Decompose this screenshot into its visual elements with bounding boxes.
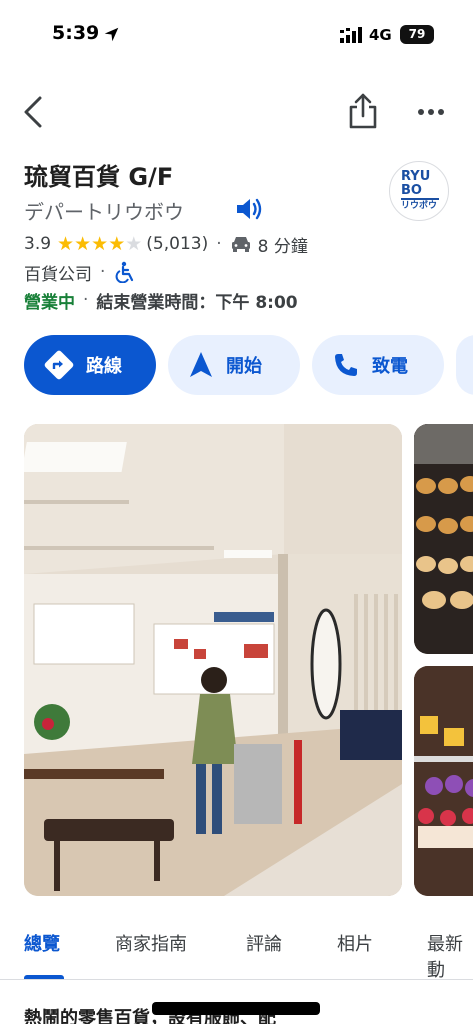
logo-text-line2: BO bbox=[401, 183, 422, 198]
logo-divider bbox=[401, 198, 439, 200]
back-arrow-icon[interactable] bbox=[20, 94, 46, 130]
more-actions-chip[interactable] bbox=[456, 335, 473, 395]
dessert-image bbox=[414, 666, 473, 896]
battery-indicator: 79 bbox=[400, 25, 434, 44]
category-row: 百貨公司 · bbox=[24, 259, 135, 285]
review-count: (5,013) bbox=[146, 234, 209, 254]
bakery-image bbox=[414, 424, 473, 654]
logo-text-line1: RYU bbox=[401, 169, 431, 184]
navigation-arrow-icon bbox=[190, 352, 212, 377]
redaction-bar bbox=[152, 1002, 320, 1015]
rating-row[interactable]: 3.9 ★ ★ ★ ★ ★ (5,013) · 8 分鐘 bbox=[24, 231, 308, 257]
tab-photos[interactable]: 相片 bbox=[337, 930, 373, 956]
star-icon: ★ bbox=[91, 232, 109, 255]
start-navigation-button[interactable]: 開始 bbox=[168, 335, 300, 395]
speaker-icon[interactable] bbox=[234, 195, 264, 223]
place-title: 琉貿百貨 G/F bbox=[24, 163, 174, 191]
store-interior-image bbox=[24, 424, 402, 896]
drive-time: 8 分鐘 bbox=[257, 236, 308, 257]
store-photo-main[interactable] bbox=[24, 424, 402, 896]
rating-value: 3.9 bbox=[24, 234, 52, 254]
star-icon: ★ bbox=[74, 232, 92, 255]
rating-stars: ★ ★ ★ ★ ★ bbox=[57, 232, 143, 255]
star-icon: ★ bbox=[57, 232, 75, 255]
tab-bar: 總覽 商家指南 評論 相片 最新動 bbox=[0, 920, 473, 982]
open-status: 營業中 bbox=[24, 292, 75, 313]
separator-dot: · bbox=[83, 290, 89, 310]
directions-label: 路線 bbox=[86, 356, 122, 377]
separator-dot: · bbox=[100, 262, 106, 282]
status-time: 5:39 bbox=[52, 22, 100, 44]
location-arrow-icon bbox=[104, 27, 119, 42]
star-icon: ★ bbox=[108, 232, 126, 255]
bakery-photo[interactable] bbox=[414, 424, 473, 654]
share-icon[interactable] bbox=[347, 92, 379, 130]
tab-reviews[interactable]: 評論 bbox=[246, 930, 282, 956]
status-bar: 5:39 4G 79 bbox=[0, 0, 473, 70]
phone-icon bbox=[335, 354, 357, 376]
closing-time: 結束營業時間：下午 8:00 bbox=[96, 292, 298, 313]
more-dots-icon[interactable] bbox=[416, 100, 446, 124]
directions-icon bbox=[44, 350, 74, 380]
network-type: 4G bbox=[369, 26, 392, 44]
logo-text-line3: リウボウ bbox=[401, 201, 438, 211]
directions-button[interactable]: 路線 bbox=[24, 335, 156, 395]
star-icon: ★ bbox=[125, 232, 143, 255]
place-category: 百貨公司 bbox=[24, 264, 92, 285]
tab-overview[interactable]: 總覽 bbox=[24, 930, 60, 956]
active-tab-indicator bbox=[24, 975, 64, 979]
call-button[interactable]: 致電 bbox=[312, 335, 444, 395]
start-label: 開始 bbox=[226, 356, 262, 377]
wheelchair-accessible-icon[interactable] bbox=[115, 261, 135, 283]
separator-dot: · bbox=[216, 234, 222, 254]
tab-updates[interactable]: 最新動 bbox=[427, 930, 473, 982]
place-alt-name: デパートリウボウ bbox=[24, 200, 184, 224]
hours-row[interactable]: 營業中 · 結束營業時間：下午 8:00 bbox=[24, 286, 298, 314]
place-logo[interactable]: RYU BO リウボウ bbox=[389, 161, 449, 221]
tab-directory[interactable]: 商家指南 bbox=[115, 930, 187, 956]
car-icon bbox=[231, 237, 250, 252]
dessert-photo[interactable] bbox=[414, 666, 473, 896]
call-label: 致電 bbox=[372, 356, 408, 377]
signal-icon bbox=[340, 27, 362, 43]
